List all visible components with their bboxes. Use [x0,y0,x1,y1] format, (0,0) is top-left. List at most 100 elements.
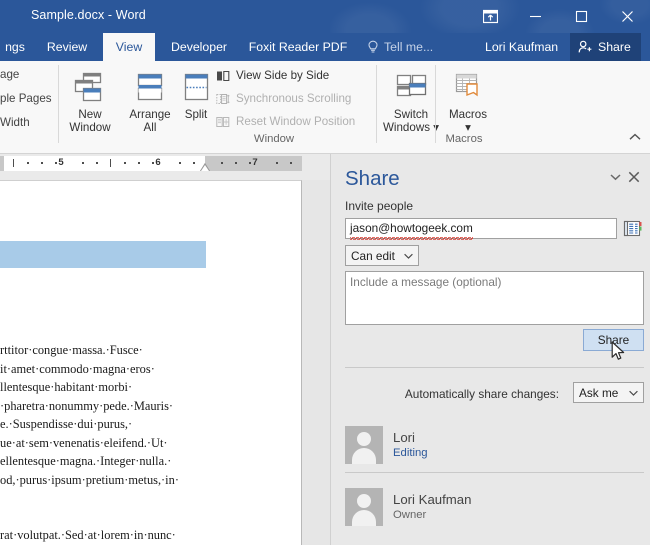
horizontal-ruler[interactable]: 5 6 7 [0,154,330,180]
synchronous-scrolling-icon [216,93,230,105]
message-textarea[interactable]: Include a message (optional) [345,271,644,325]
pane-divider [345,367,644,368]
tab-view[interactable]: View [103,33,155,61]
ruler-tick [138,162,140,164]
chevron-down-icon[interactable] [606,168,624,186]
share-tab-label: Share [598,40,631,54]
window-group-label: Window [226,133,322,145]
tab-review[interactable]: Review [38,33,96,61]
ribbon-view-tab: age ple Pages Width New Window [0,61,650,154]
highlighted-paragraph[interactable] [0,241,206,268]
left-indent-marker-fill [201,165,209,171]
account-name[interactable]: Lori Kaufman [485,33,558,61]
chevron-down-icon [404,253,413,259]
window-controls [468,0,650,33]
person-info: Lori Editing [393,430,428,460]
lightbulb-icon [367,40,379,54]
close-icon[interactable] [625,168,643,186]
multiple-pages-label[interactable]: ple Pages [0,87,58,111]
permission-dropdown[interactable]: Can edit [345,245,419,266]
invite-people-label: Invite people [345,199,413,213]
ruler-tick [235,162,237,164]
ruler-tick [221,162,223,164]
arrange-all-icon [130,65,170,105]
avatar [345,488,383,526]
close-icon[interactable] [604,0,650,33]
tab-developer[interactable]: Developer [162,33,236,61]
chevron-up-icon[interactable] [626,128,644,146]
auto-share-dropdown[interactable]: Ask me [573,382,644,403]
ruler-tick [27,162,29,164]
split-icon [176,65,216,105]
invite-email-value: jason@howtogeek.com [350,219,473,238]
ruler-track[interactable]: 5 6 7 [0,156,302,171]
switch-windows-label: Switch Windows ▾ [383,108,439,134]
new-window-label: New Window [69,108,110,134]
ribbon-tab-strip: ngs Review View Developer Foxit Reader P… [0,33,650,61]
new-window-icon [70,65,110,105]
list-item[interactable]: Lori Editing [345,422,644,468]
person-role: Owner [393,508,471,522]
page-width-label[interactable]: Width [0,111,58,135]
auto-share-label: Automatically share changes: [405,387,559,401]
tell-me-label: Tell me... [384,40,433,54]
tab-foxit-reader-pdf[interactable]: Foxit Reader PDF [243,33,353,61]
synchronous-scrolling-label: Synchronous Scrolling [236,92,351,105]
macros-label: Macros ▾ [449,108,487,134]
macros-button[interactable]: Macros ▾ [440,65,496,134]
share-button-ribbon[interactable]: Share [570,33,641,61]
reset-window-position-icon [216,116,230,128]
ruler-tick [179,162,181,164]
new-window-button[interactable]: New Window [62,65,118,134]
document-body-text[interactable]: rttitor·congue·massa.·Fusce· it·amet·com… [0,341,302,489]
avatar-head [357,494,371,508]
group-separator [58,65,59,143]
arrange-all-label: Arrange All [129,108,170,134]
document-body-text-second[interactable]: rat·volutpat.·Sed·at·lorem·in·nunc· [0,526,302,545]
synchronous-scrolling-item: Synchronous Scrolling [216,92,351,105]
group-separator [376,65,377,143]
minimize-icon[interactable] [512,0,558,33]
avatar [345,426,383,464]
invite-people-input[interactable]: jason@howtogeek.com [345,218,617,239]
view-side-by-side-icon [216,70,230,82]
message-placeholder: Include a message (optional) [350,275,501,289]
chevron-down-icon [629,390,638,396]
ruler-margin-zone [0,156,4,171]
person-info: Lori Kaufman Owner [393,492,471,522]
ruler-tick [41,162,43,164]
avatar-body [352,448,376,464]
document-canvas[interactable]: rttitor·congue·massa.·Fusce· it·amet·com… [0,180,330,545]
word-application-window: Sample.docx - Word ngs Review View [0,0,650,545]
document-page[interactable]: rttitor·congue·massa.·Fusce· it·amet·com… [0,180,302,545]
ruler-number: 6 [152,157,164,168]
share-task-pane: Share Invite people jason@howtogeek.com … [330,154,650,545]
window-title: Sample.docx - Word [31,8,146,22]
tab-mailings[interactable]: ngs [0,33,30,61]
zoom-group-labels: age ple Pages Width [0,63,58,135]
switch-windows-button[interactable]: Switch Windows ▾ [380,65,442,134]
person-name: Lori Kaufman [393,492,471,507]
tell-me-search[interactable]: Tell me... [367,33,433,61]
switch-windows-icon [390,65,432,105]
auto-share-value: Ask me [579,386,618,400]
ruler-number: 7 [249,157,261,168]
one-page-label[interactable]: age [0,63,58,87]
list-item[interactable]: Lori Kaufman Owner [345,484,644,530]
ribbon-display-options-icon[interactable] [468,0,512,33]
group-separator [435,65,436,143]
ruler-tick [110,159,111,167]
avatar-body [352,510,376,526]
ruler-tick [96,162,98,164]
reset-window-position-item: Reset Window Position [216,115,355,128]
view-side-by-side-item[interactable]: View Side by Side [216,69,329,82]
title-bar: Sample.docx - Word [0,0,650,33]
view-side-by-side-label: View Side by Side [236,69,329,82]
maximize-icon[interactable] [558,0,604,33]
mouse-cursor [611,341,627,368]
share-person-icon [578,40,593,54]
ruler-number: 5 [55,157,67,168]
address-book-icon[interactable] [621,217,644,240]
ruler-tick [276,162,278,164]
person-role[interactable]: Editing [393,446,428,460]
